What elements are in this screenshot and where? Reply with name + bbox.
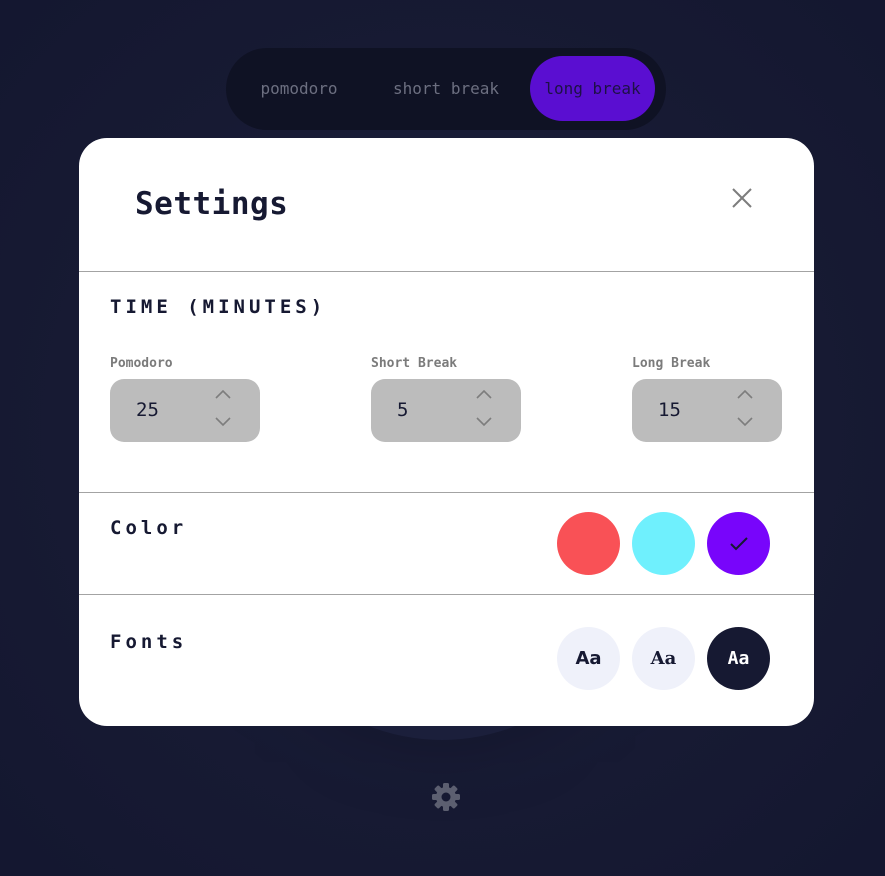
tab-short-break[interactable]: short break (376, 56, 516, 121)
chevron-down-icon[interactable] (474, 415, 494, 429)
font-option-serif[interactable]: Aa (632, 627, 695, 690)
short-break-label: Short Break (371, 356, 458, 371)
time-section-heading: TIME (MINUTES) (110, 296, 327, 318)
divider (79, 271, 814, 272)
fonts-section-heading: Fonts (110, 631, 188, 653)
tab-long-break[interactable]: long break (530, 56, 655, 121)
divider (79, 492, 814, 493)
chevron-up-icon[interactable] (735, 387, 755, 401)
mode-tabs: pomodoro short break long break (226, 48, 666, 130)
chevron-down-icon[interactable] (213, 415, 233, 429)
divider (79, 594, 814, 595)
color-option-cyan[interactable] (632, 512, 695, 575)
long-break-label: Long Break (632, 356, 711, 371)
pomodoro-stepper[interactable]: 25 (110, 379, 260, 442)
short-break-value[interactable]: 5 (397, 399, 408, 421)
pomodoro-value[interactable]: 25 (136, 399, 159, 421)
settings-title: Settings (135, 186, 289, 222)
long-break-stepper[interactable]: 15 (632, 379, 782, 442)
color-option-red[interactable] (557, 512, 620, 575)
short-break-stepper[interactable]: 5 (371, 379, 521, 442)
chevron-up-icon[interactable] (213, 387, 233, 401)
settings-modal: Settings TIME (MINUTES) Pomodoro 25 Shor… (79, 138, 814, 726)
checkmark-icon (729, 536, 748, 550)
long-break-value[interactable]: 15 (658, 399, 681, 421)
pomodoro-label: Pomodoro (110, 356, 173, 371)
font-option-sans[interactable]: Aa (557, 627, 620, 690)
close-icon[interactable] (727, 183, 757, 213)
tab-pomodoro[interactable]: pomodoro (246, 56, 352, 121)
color-section-heading: Color (110, 517, 188, 539)
chevron-down-icon[interactable] (735, 415, 755, 429)
gear-icon[interactable] (430, 781, 462, 813)
font-option-mono[interactable]: Aa (707, 627, 770, 690)
chevron-up-icon[interactable] (474, 387, 494, 401)
color-option-purple[interactable] (707, 512, 770, 575)
